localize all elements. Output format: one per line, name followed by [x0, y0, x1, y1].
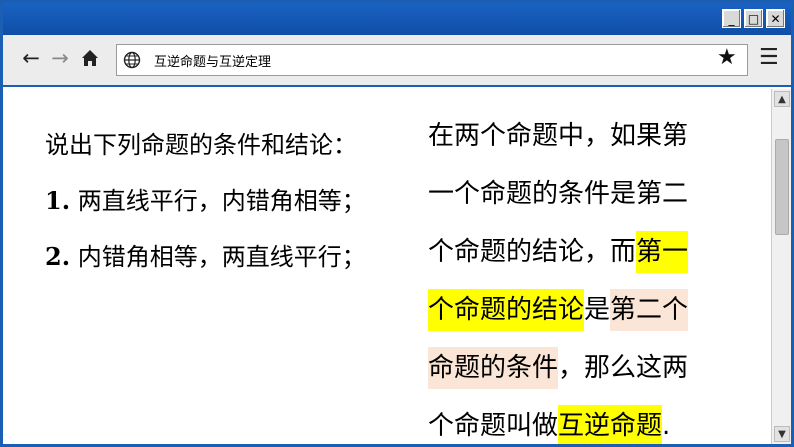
question-prompt: 说出下列命题的条件和结论：	[45, 131, 357, 159]
definition-text: ，那么这两	[558, 353, 689, 383]
close-button[interactable]: ✕	[766, 9, 785, 28]
address-bar[interactable]: 互逆命题与互逆定理	[116, 44, 748, 76]
definition-line: 命题的条件，那么这两	[428, 339, 758, 397]
item-number: 1.	[45, 186, 71, 215]
item-text: 内错角相等，两直线平行；	[70, 243, 366, 271]
url-text[interactable]: 互逆命题与互逆定理	[154, 51, 271, 70]
page-content: 说出下列命题的条件和结论： 1. 两直线平行，内错角相等； 2. 内错角相等，两…	[8, 89, 770, 444]
yellow-highlight: 第一	[636, 231, 689, 273]
vertical-scrollbar[interactable]: ▲ ▼	[771, 89, 791, 444]
question-block: 说出下列命题的条件和结论： 1. 两直线平行，内错角相等； 2. 内错角相等，两…	[45, 125, 366, 293]
definition-line: 一个命题的条件是第二	[428, 165, 758, 223]
definition-line: 个命题的结论，而第一	[428, 223, 758, 281]
scroll-up-arrow-icon[interactable]: ▲	[774, 91, 790, 107]
title-bar: _ □ ✕	[3, 3, 791, 35]
definition-text: 在两个命题中，如果第	[428, 121, 689, 151]
peach-highlight: 第二个	[610, 289, 689, 331]
globe-icon	[123, 51, 141, 69]
item-text: 两直线平行，内错角相等；	[70, 187, 366, 215]
yellow-highlight: 互逆命题	[558, 405, 663, 444]
definition-line: 在两个命题中，如果第	[428, 107, 758, 165]
definition-text: .	[662, 411, 671, 441]
definition-text: 个命题叫做	[428, 411, 559, 441]
back-arrow-icon[interactable]: ←	[19, 46, 43, 70]
maximize-button[interactable]: □	[744, 9, 763, 28]
browser-toolbar: ← → 互逆命题与互逆定理 ★ ☰	[3, 35, 791, 87]
definition-line: 个命题叫做互逆命题.	[428, 397, 758, 444]
question-item-1: 1. 两直线平行，内错角相等；	[45, 181, 366, 237]
definition-text: 个命题的结论，而	[428, 237, 637, 267]
yellow-highlight: 个命题的结论	[428, 289, 585, 331]
forward-arrow-icon[interactable]: →	[48, 46, 72, 70]
scrollbar-thumb[interactable]	[775, 139, 789, 235]
star-icon[interactable]: ★	[717, 46, 737, 70]
definition-block: 在两个命题中，如果第 一个命题的条件是第二 个命题的结论，而第一 个命题的结论是…	[428, 107, 758, 444]
definition-text: 是	[584, 295, 611, 325]
definition-text: 一个命题的条件是第二	[428, 179, 689, 209]
definition-line: 个命题的结论是第二个	[428, 281, 758, 339]
home-icon[interactable]	[78, 46, 102, 70]
minimize-button[interactable]: _	[722, 9, 741, 28]
browser-window: _ □ ✕ ← → 互逆命题与互逆定理 ★ ☰ 说出下列命题的条件和结论： 1.…	[0, 0, 794, 447]
peach-highlight: 命题的条件	[428, 347, 559, 389]
item-number: 2.	[45, 242, 71, 271]
scroll-down-arrow-icon[interactable]: ▼	[774, 426, 790, 442]
question-item-2: 2. 内错角相等，两直线平行；	[45, 237, 366, 293]
menu-icon[interactable]: ☰	[759, 46, 779, 70]
window-controls: _ □ ✕	[722, 9, 785, 28]
